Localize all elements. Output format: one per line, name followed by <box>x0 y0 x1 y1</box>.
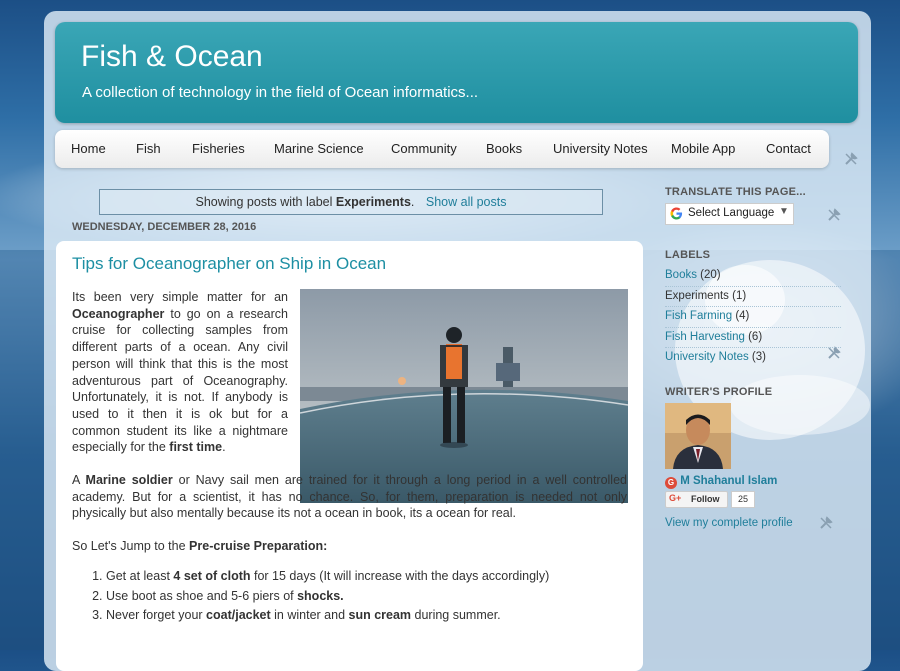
show-all-posts-link[interactable]: Show all posts <box>426 195 507 209</box>
list-item: Never forget your coat/jacket in winter … <box>106 607 627 624</box>
label-link[interactable]: University Notes <box>665 351 749 363</box>
profile-heading: WRITER'S PROFILE <box>665 386 773 398</box>
p1-bold-oceanographer: Oceanographer <box>72 306 165 321</box>
nav-books[interactable]: Books <box>486 141 522 156</box>
quick-edit-nav-icon[interactable] <box>843 151 859 167</box>
profile-name[interactable]: M Shahanul Islam <box>680 475 777 487</box>
post-paragraph-1: Its been very simple matter for an Ocean… <box>72 289 288 456</box>
nav-fish[interactable]: Fish <box>136 141 161 156</box>
site-description: A collection of technology in the field … <box>82 84 479 101</box>
label-item-books: Books (20) <box>665 266 841 287</box>
p1-text-e: . <box>222 440 226 455</box>
view-complete-profile-link[interactable]: View my complete profile <box>665 517 793 529</box>
label-item-university-notes: University Notes (3) <box>665 348 841 368</box>
status-prefix: Showing posts with label <box>195 195 333 209</box>
status-suffix: . <box>410 195 415 209</box>
label-count: (20) <box>700 269 721 281</box>
list-item: Use boot as shoe and 5-6 piers of shocks… <box>106 588 627 605</box>
label-count: (6) <box>748 330 763 343</box>
li3-text-c: in winter and <box>270 608 349 623</box>
label-current: Experiments <box>665 289 729 302</box>
label-count: (1) <box>732 289 747 302</box>
profile-name-row: G M Shahanul Islam <box>665 475 777 489</box>
post-date: WEDNESDAY, DECEMBER 28, 2016 <box>72 221 257 233</box>
nav-university-notes[interactable]: University Notes <box>553 141 648 156</box>
nav-marine-science[interactable]: Marine Science <box>274 141 364 156</box>
li2-bold: shocks. <box>297 588 344 603</box>
li3-bold-a: coat/jacket <box>206 608 271 623</box>
p1-text-c: to go on a research cruise for collectin… <box>72 306 288 455</box>
post-paragraph-3: So Let's Jump to the Pre-cruise Preparat… <box>72 538 627 555</box>
label-link[interactable]: Books <box>665 269 697 281</box>
labels-heading: LABELS <box>665 249 711 261</box>
p2-text-a: A <box>72 473 86 488</box>
p3-bold-pre-cruise: Pre-cruise Preparation: <box>189 539 328 554</box>
label-link[interactable]: Fish Harvesting <box>665 331 745 343</box>
p1-bold-first-time: first time <box>169 440 223 455</box>
li2-text-a: Use boot as shoe and 5-6 piers of <box>106 588 298 603</box>
status-label: Experiments <box>335 195 411 209</box>
quick-edit-translate-icon[interactable] <box>826 207 842 223</box>
google-plus-follow-button[interactable]: G+ Follow <box>665 491 728 508</box>
label-count: (4) <box>735 310 750 322</box>
nav-community[interactable]: Community <box>391 141 457 156</box>
li3-text-e: during summer. <box>411 608 501 623</box>
li3-text-a: Never forget your <box>106 608 207 623</box>
p2-bold-marine-soldier: Marine soldier <box>85 473 173 488</box>
list-item: Get at least 4 set of cloth for 15 days … <box>106 568 627 585</box>
gplus-icon: G+ <box>669 493 682 503</box>
site-title[interactable]: Fish & Ocean <box>81 40 263 74</box>
follow-label: Follow <box>691 494 720 504</box>
translate-select-label: Select Language <box>688 207 775 219</box>
li1-text-a: Get at least <box>106 568 174 583</box>
dropdown-arrow-icon: ▼ <box>779 206 789 217</box>
li1-bold: 4 set of cloth <box>173 568 251 583</box>
top-navigation: Home Fish Fisheries Marine Science Commu… <box>55 130 829 168</box>
google-g-icon <box>670 207 683 220</box>
translate-heading: TRANSLATE THIS PAGE... <box>665 186 806 198</box>
nav-contact[interactable]: Contact <box>766 141 811 156</box>
quick-edit-profile-icon[interactable] <box>818 515 834 531</box>
li1-text-c: for 15 days (It will increase with the d… <box>250 568 550 583</box>
label-item-fish-farming: Fish Farming (4) <box>665 307 841 328</box>
labels-list: Books (20) Experiments (1) Fish Farming … <box>665 266 841 368</box>
nav-mobile-app[interactable]: Mobile App <box>671 141 735 156</box>
label-count: (3) <box>751 351 766 363</box>
p3-text-a: So Let's Jump to the <box>72 539 190 554</box>
post-card: Tips for Oceanographer on Ship in Ocean <box>56 241 643 671</box>
follower-count: 25 <box>731 491 755 508</box>
li3-bold-d: sun cream <box>348 608 412 623</box>
label-item-fish-harvesting: Fish Harvesting (6) <box>665 328 841 348</box>
post-title[interactable]: Tips for Oceanographer on Ship in Ocean <box>72 254 386 274</box>
profile-photo[interactable] <box>665 403 731 469</box>
post-paragraph-2: A Marine soldier or Navy sail men are tr… <box>72 472 627 522</box>
google-plus-icon: G <box>665 477 677 489</box>
nav-home[interactable]: Home <box>71 141 106 156</box>
preparation-list: Get at least 4 set of cloth for 15 days … <box>72 568 627 624</box>
blog-header: Fish & Ocean A collection of technology … <box>55 22 858 123</box>
label-item-experiments: Experiments (1) <box>665 287 841 307</box>
p1-text-a: Its been very simple matter for an <box>72 290 288 304</box>
nav-fisheries[interactable]: Fisheries <box>192 141 245 156</box>
translate-language-select[interactable]: Select Language ▼ <box>665 203 794 225</box>
label-filter-status: Showing posts with label Experiments. Sh… <box>99 189 603 215</box>
post-body: Its been very simple matter for an Ocean… <box>72 289 627 627</box>
label-link[interactable]: Fish Farming <box>665 310 732 322</box>
